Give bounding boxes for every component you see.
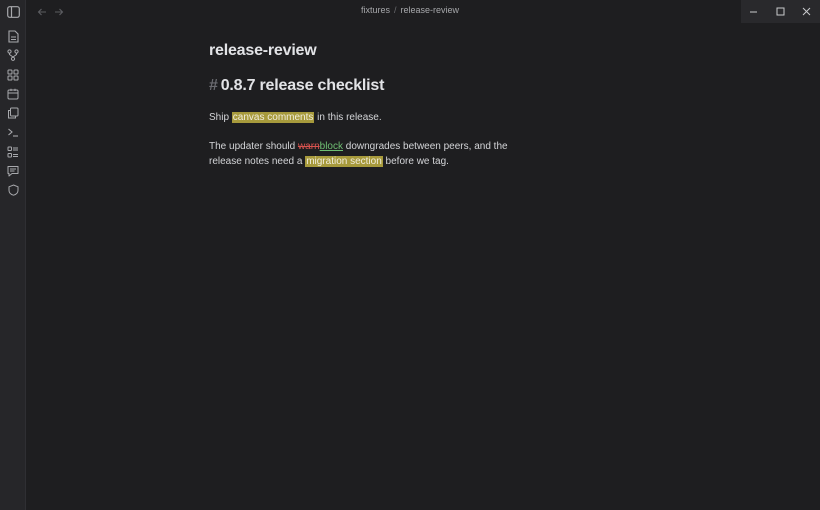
paragraph-2[interactable]: The updater should warnblock downgrades … <box>209 140 519 169</box>
git-branch-icon[interactable] <box>6 48 20 62</box>
file-icon[interactable] <box>6 29 20 43</box>
title-bar: fixtures / release-review <box>26 0 820 24</box>
copy-icon[interactable] <box>6 106 20 120</box>
p2-text-after: before we tag. <box>382 155 449 167</box>
maximize-icon[interactable] <box>774 5 787 18</box>
comment-highlight-migration-section[interactable]: migration section <box>305 155 383 167</box>
paragraph-1[interactable]: Ship canvas comments in this release. <box>209 111 519 126</box>
breadcrumb-file[interactable]: release-review <box>401 5 460 15</box>
grid-icon[interactable] <box>6 68 20 82</box>
heading-marker: # <box>209 77 218 94</box>
comment-icon[interactable] <box>6 164 20 178</box>
breadcrumb-folder[interactable]: fixtures <box>361 5 390 15</box>
comment-highlight-canvas-comments[interactable]: canvas comments <box>231 112 315 123</box>
p1-text-before: Ship <box>209 112 232 123</box>
terminal-icon[interactable] <box>6 125 20 139</box>
minimize-icon[interactable] <box>747 5 760 18</box>
left-ribbon <box>0 0 26 510</box>
p2-text-before: The updater should <box>209 141 298 152</box>
suggestion-insertion[interactable]: block <box>320 141 343 152</box>
window-controls <box>741 0 820 23</box>
p1-text-after: in this release. <box>314 112 382 123</box>
calendar-icon[interactable] <box>6 87 20 101</box>
heading-h1[interactable]: #0.8.7 release checklist <box>209 77 384 95</box>
heading-text: 0.8.7 release checklist <box>220 77 385 94</box>
breadcrumb-separator: / <box>393 5 397 15</box>
editor-content[interactable]: release-review #0.8.7 release checklist … <box>209 40 529 167</box>
suggestion-deletion[interactable]: warn <box>298 141 320 152</box>
close-icon[interactable] <box>800 5 813 18</box>
shield-icon[interactable] <box>6 183 20 197</box>
breadcrumb: fixtures / release-review <box>0 5 820 15</box>
document-title[interactable]: release-review <box>209 40 529 62</box>
list-icon[interactable] <box>6 145 20 159</box>
